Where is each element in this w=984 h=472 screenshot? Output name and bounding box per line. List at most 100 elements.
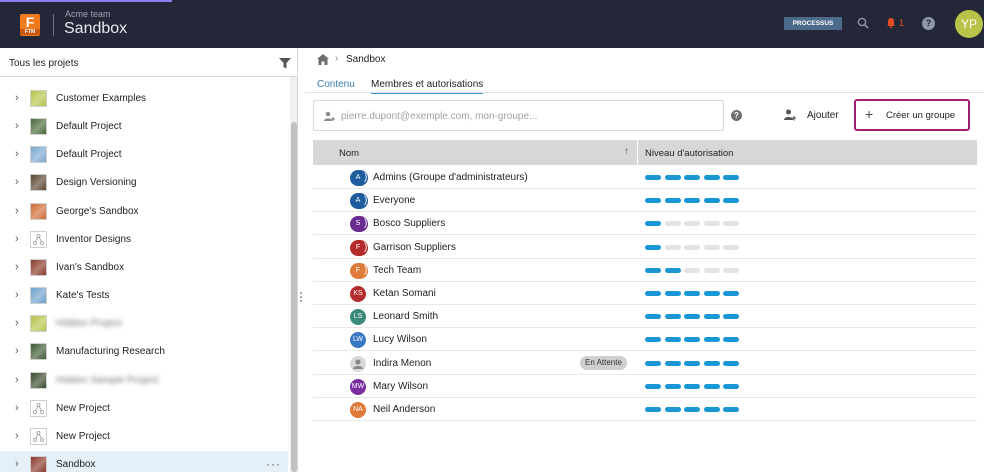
member-row[interactable]: F Garrison Suppliers [313,236,977,259]
panel-splitter[interactable] [300,290,303,306]
sidebar-scrollbar[interactable] [290,77,297,472]
group-avatar: S [350,216,367,233]
chevron-right-icon[interactable]: › [15,346,19,357]
chevron-right-icon[interactable]: › [15,402,19,414]
member-name: Leonard Smith [373,311,439,323]
permission-level-segment [645,314,661,320]
sidebar-project-label: Customer Examples [56,93,147,104]
permission-level-indicator[interactable] [645,221,745,227]
permission-level-indicator[interactable] [645,175,745,181]
sidebar-project-item[interactable]: › Kate's Tests [0,282,288,310]
project-thumbnail [30,174,47,192]
permission-level-segment [703,291,720,296]
member-avatar [350,355,366,372]
sidebar-project-item[interactable]: › Default Project [0,113,288,141]
chevron-right-icon[interactable]: › [15,93,19,104]
group-avatar: A [350,170,367,186]
column-header-level[interactable]: Niveau d'autorisation [645,148,733,159]
member-name: Neil Anderson [373,404,436,415]
sidebar-project-item[interactable]: › Inventor Designs [0,226,288,254]
sidebar-project-item[interactable]: › Manufacturing Research [0,338,288,366]
sidebar-project-item[interactable]: › Sandbox ··· [0,450,288,472]
sidebar-project-label: Hidden Project [56,318,122,330]
member-name: Ketan Somani [373,288,436,299]
permission-level-indicator[interactable] [645,360,745,367]
member-row[interactable]: A Admins (Groupe d'administrateurs) [313,166,977,189]
sidebar-project-item[interactable]: › New Project [0,423,288,451]
chevron-right-icon[interactable]: › [15,430,19,442]
chevron-right-icon[interactable]: › [15,290,19,301]
chevron-right-icon[interactable]: › [15,458,19,470]
sidebar-project-item[interactable]: › Design Versioning [0,169,288,197]
chevron-right-icon[interactable]: › [15,374,19,386]
top-bar: F FTM Acme team Sandbox PROCESSUS 1 ? YP [0,0,984,48]
member-row[interactable]: LS Leonard Smith [313,305,977,329]
project-thumbnail [30,455,47,472]
sidebar-project-item[interactable]: › New Project [0,395,288,423]
member-row[interactable]: KS Ketan Somani [313,282,977,305]
member-name: Tech Team [373,264,422,276]
sidebar-project-item[interactable]: › Hidden Project [0,310,288,338]
help-icon-search[interactable]: ? [731,110,742,121]
search-icon[interactable] [857,17,869,29]
column-header-name[interactable]: Nom [339,148,359,159]
permission-level-segment [664,198,681,204]
add-person-icon [324,111,335,121]
chevron-right-icon[interactable]: › [15,205,19,217]
filter-icon[interactable] [279,58,291,69]
permission-level-indicator[interactable] [645,291,745,297]
scrollbar-thumb[interactable] [291,122,297,472]
chevron-right-icon[interactable]: › [15,261,19,273]
permission-level-indicator[interactable] [645,337,745,343]
member-row[interactable]: A Everyone [313,189,977,213]
help-icon[interactable]: ? [922,17,935,30]
permission-level-segment [703,221,720,227]
chevron-right-icon[interactable]: › [15,318,19,329]
sidebar-project-item[interactable]: › Default Project [0,141,288,169]
tab-contenu[interactable]: Contenu [317,79,355,90]
project-thumbnail [30,118,47,136]
sidebar-project-label: New Project [56,430,110,442]
permission-level-indicator[interactable] [645,198,745,204]
member-name: Mary Wilson [373,380,429,392]
user-avatar[interactable]: YP [955,10,983,38]
permission-level-indicator[interactable] [645,267,745,274]
permission-level-indicator[interactable] [645,244,745,251]
chevron-right-icon[interactable]: › [15,177,19,188]
permission-level-segment [703,407,720,412]
sidebar-project-item[interactable]: › Customer Examples [0,85,288,113]
permission-level-indicator[interactable] [645,383,745,390]
member-row[interactable]: F Tech Team [313,259,977,282]
member-row[interactable]: S Bosco Suppliers [313,212,977,236]
create-group-button[interactable]: + Créer un groupe [854,99,970,131]
permission-level-segment [723,337,739,343]
sort-arrow-icon[interactable]: ↑ [624,146,629,157]
member-name: Admins (Groupe d'administrateurs) [373,172,528,183]
sidebar-project-item[interactable]: › George's Sandbox [0,198,288,226]
member-row[interactable]: LW Lucy Wilson [313,328,977,352]
member-row[interactable]: Indira Menon En Attente [313,352,977,375]
member-row[interactable]: MW Mary Wilson [313,375,977,398]
permission-level-indicator[interactable] [645,314,745,320]
chevron-right-icon[interactable]: › [15,149,19,160]
sidebar-project-label: Kate's Tests [56,290,110,302]
sidebar-project-item[interactable]: › Hidden Sample Project [0,367,288,395]
chevron-right-icon[interactable]: › [15,233,19,245]
project-thumbnail [30,371,47,389]
home-icon[interactable] [317,54,329,65]
bell-icon[interactable] [886,17,896,29]
member-search-input[interactable] [341,108,716,124]
more-options-icon[interactable]: ··· [266,457,281,471]
permission-level-segment [664,383,681,389]
member-row[interactable]: NA Neil Anderson [313,398,977,421]
breadcrumb-current[interactable]: Sandbox [346,54,385,65]
top-accent-line [0,0,172,2]
member-search-box[interactable] [313,100,724,131]
chevron-right-icon[interactable]: › [15,121,19,132]
projects-sidebar: Tous les projets › Customer Examples › Defa… [0,48,298,472]
permission-level-indicator[interactable] [645,407,745,413]
processus-button[interactable]: PROCESSUS [784,17,842,30]
sidebar-project-label: Default Project [56,121,122,133]
app-logo[interactable]: F FTM [20,14,40,36]
sidebar-project-item[interactable]: › Ivan's Sandbox [0,254,288,282]
